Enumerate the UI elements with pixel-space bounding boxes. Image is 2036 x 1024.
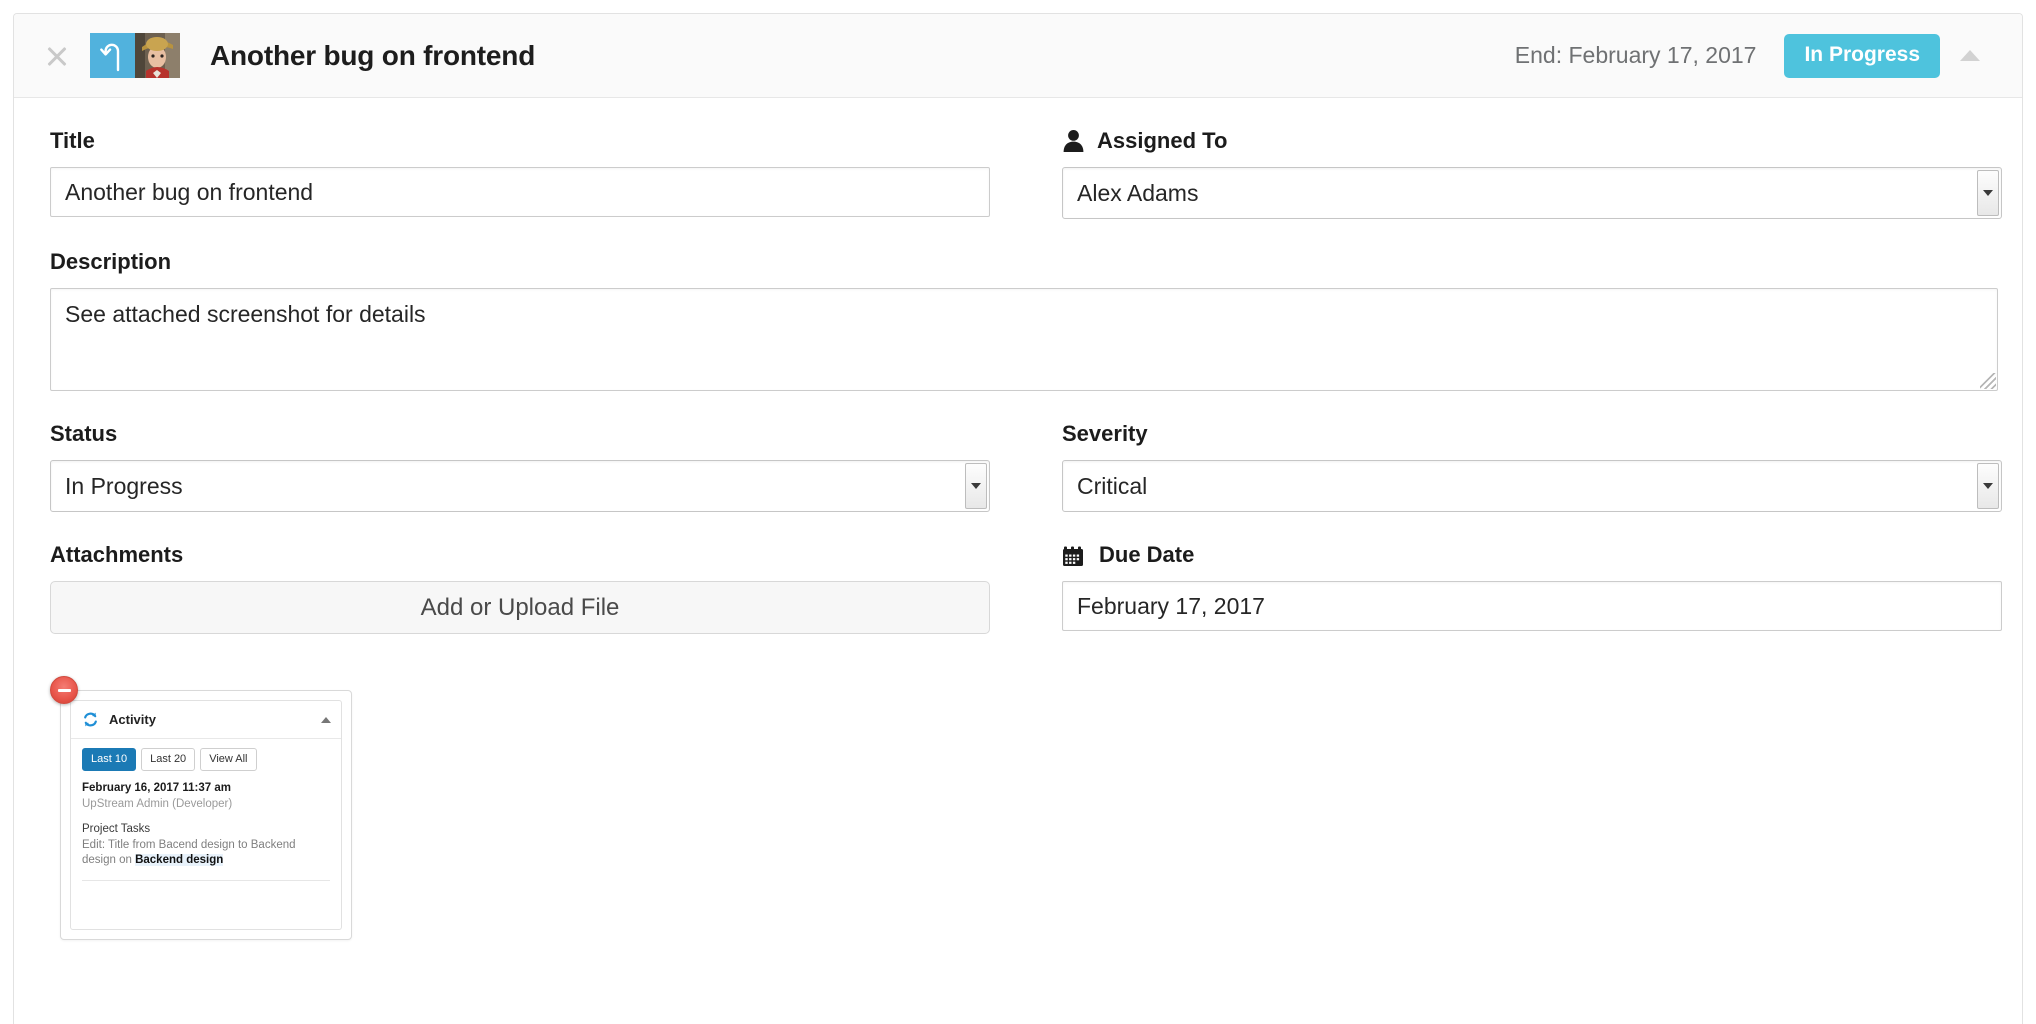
- title-label: Title: [50, 128, 990, 154]
- description-label: Description: [50, 249, 1998, 275]
- caret-up-icon[interactable]: [321, 717, 331, 723]
- activity-entry: February 16, 2017 11:37 am UpStream Admi…: [82, 781, 330, 881]
- assigned-to-field-group: Assigned To Alex Adams: [1050, 98, 2002, 219]
- activity-description: Edit: Title from Bacend design to Backen…: [82, 838, 330, 870]
- chevron-down-icon[interactable]: [1977, 463, 1999, 509]
- task-header: Another bug on frontend End: February 17…: [14, 14, 2022, 98]
- activity-filter-last-20[interactable]: Last 20: [141, 748, 195, 771]
- remove-attachment-button[interactable]: [50, 676, 78, 704]
- severity-label: Severity: [1062, 421, 2002, 447]
- activity-filter-buttons: Last 10 Last 20 View All: [82, 748, 330, 771]
- status-value: In Progress: [51, 473, 183, 500]
- description-field-group: Description See attached screenshot for …: [38, 219, 1998, 391]
- calendar-icon: [1062, 543, 1087, 568]
- form-row-status-severity: Status In Progress Severity Critical: [38, 391, 1998, 512]
- attachment-thumbnail[interactable]: Activity Last 10 Last 20 View All: [60, 690, 352, 940]
- severity-value: Critical: [1063, 473, 1147, 500]
- due-date-label: Due Date: [1062, 542, 2002, 568]
- activity-filter-view-all[interactable]: View All: [200, 748, 256, 771]
- assigned-to-label-text: Assigned To: [1097, 128, 1227, 154]
- severity-field-group: Severity Critical: [1050, 391, 2002, 512]
- title-input[interactable]: Another bug on frontend: [50, 167, 990, 217]
- title-field-group: Title Another bug on frontend: [38, 98, 990, 219]
- page-title: Another bug on frontend: [210, 40, 535, 72]
- activity-panel-title: Activity: [109, 712, 156, 727]
- description-textarea[interactable]: See attached screenshot for details: [50, 288, 1998, 391]
- activity-project: Project Tasks: [82, 822, 330, 838]
- due-date-input[interactable]: February 17, 2017: [1062, 581, 2002, 631]
- form-row-attachments-duedate: Attachments Add or Upload File: [38, 512, 1998, 676]
- end-date-label: End: February 17, 2017: [1515, 42, 1757, 69]
- close-icon[interactable]: [40, 39, 74, 73]
- status-field-group: Status In Progress: [38, 391, 990, 512]
- status-badge[interactable]: In Progress: [1784, 34, 1940, 78]
- attachments-field-group: Attachments Add or Upload File: [38, 512, 990, 676]
- severity-select[interactable]: Critical: [1062, 460, 2002, 512]
- activity-entity-link[interactable]: Backend design: [135, 854, 223, 866]
- activity-panel-header: Activity: [71, 701, 341, 739]
- attachments-label: Attachments: [50, 542, 990, 568]
- activity-filter-last-10[interactable]: Last 10: [82, 748, 136, 771]
- refresh-icon: [82, 711, 99, 728]
- task-detail-page: Another bug on frontend End: February 17…: [0, 0, 2036, 1024]
- user-avatar: [135, 33, 180, 78]
- activity-divider: [82, 880, 330, 881]
- collapse-panel-button[interactable]: [1940, 50, 2000, 61]
- attachment-preview-image: Activity Last 10 Last 20 View All: [70, 700, 342, 930]
- chevron-down-icon[interactable]: [1977, 170, 1999, 216]
- description-value: See attached screenshot for details: [65, 301, 426, 327]
- add-or-upload-file-button[interactable]: Add or Upload File: [50, 581, 990, 634]
- activity-timestamp: February 16, 2017 11:37 am: [82, 781, 330, 797]
- chevron-down-icon[interactable]: [965, 463, 987, 509]
- form-row-description: Description See attached screenshot for …: [38, 219, 1998, 391]
- upstream-logo-icon: [90, 33, 135, 78]
- assigned-to-value: Alex Adams: [1063, 180, 1198, 207]
- caret-up-icon: [1960, 50, 1980, 61]
- due-date-label-text: Due Date: [1099, 542, 1194, 568]
- person-icon: [1062, 129, 1085, 153]
- activity-panel-body: Last 10 Last 20 View All February 16, 20…: [71, 739, 341, 881]
- activity-user: UpStream Admin (Developer): [82, 797, 330, 813]
- assigned-to-label: Assigned To: [1062, 128, 2002, 154]
- status-select[interactable]: In Progress: [50, 460, 990, 512]
- header-right-group: End: February 17, 2017 In Progress: [1515, 34, 2000, 78]
- status-label: Status: [50, 421, 990, 447]
- assigned-to-select[interactable]: Alex Adams: [1062, 167, 2002, 219]
- due-date-field-group: Due Date February 17, 2017: [1050, 512, 2002, 676]
- task-detail-card: Another bug on frontend End: February 17…: [13, 13, 2023, 1024]
- task-form: Title Another bug on frontend Assigned T…: [14, 98, 2022, 676]
- resize-handle-icon[interactable]: [1980, 373, 1996, 389]
- form-row-title-assignee: Title Another bug on frontend Assigned T…: [38, 98, 1998, 219]
